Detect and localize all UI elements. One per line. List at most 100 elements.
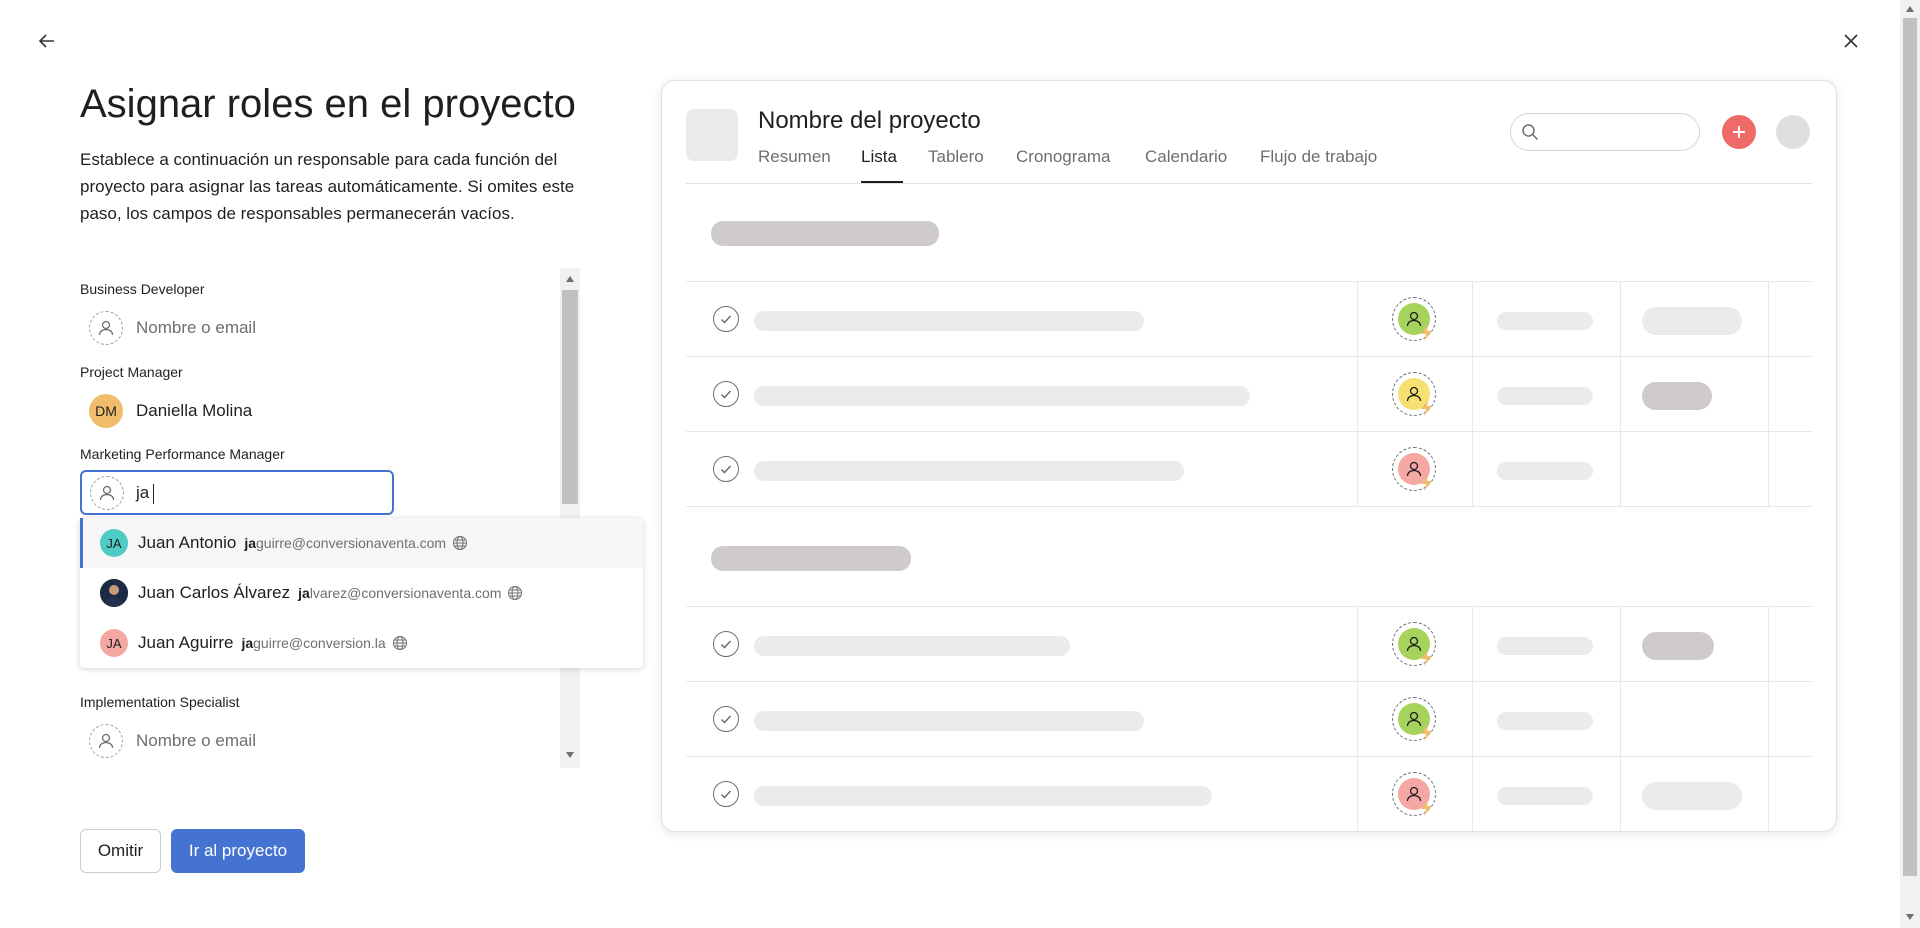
tab-tablero[interactable]: Tablero [928,147,984,167]
assignee-rule-icon [1392,447,1436,491]
row-divider [686,356,1812,357]
scroll-up-icon [1906,6,1914,12]
row-divider [686,756,1812,757]
tab-resumen[interactable]: Resumen [758,147,831,167]
row-divider [686,606,1812,607]
assignee-input-marketing-performance-manager[interactable]: ja [80,470,394,515]
tab-flujo-de-trabajo[interactable]: Flujo de trabajo [1260,147,1377,167]
column-divider [1357,281,1358,507]
suggestion-item[interactable]: Juan Carlos Álvarez jalvarez@conversiona… [80,568,643,618]
close-icon [1844,34,1858,48]
section-header-placeholder [711,546,911,571]
task-name-placeholder [754,786,1212,806]
column-divider [1768,606,1769,831]
user-placeholder-icon [89,724,123,758]
suggestion-email: jaguirre@conversion.la [241,635,386,651]
assignee-field-implementation-specialist[interactable]: Nombre o email [89,724,256,758]
avatar: JA [100,629,128,657]
role-label-marketing-performance-manager: Marketing Performance Manager [80,446,285,462]
task-check-icon [713,781,739,807]
assignee-name: Daniella Molina [136,401,253,420]
column-divider [1357,606,1358,831]
tag-placeholder [1642,782,1742,810]
suggestion-name: Juan Carlos Álvarez [138,583,291,602]
task-check-icon [713,381,739,407]
date-placeholder [1497,787,1593,805]
suggestion-name: Juan Antonio [138,533,237,552]
assignee-rule-icon [1392,697,1436,741]
task-name-placeholder [754,636,1070,656]
page-description: Establece a continuación un responsable … [80,150,575,223]
date-placeholder [1497,462,1593,480]
suggestion-name: Juan Aguirre [138,633,234,652]
task-check-icon [713,631,739,657]
close-button[interactable] [1836,26,1866,56]
assignee-placeholder: Nombre o email [136,318,256,337]
plus-icon [1733,126,1745,138]
selection-indicator [80,518,83,568]
scrollbar-thumb[interactable] [562,290,578,504]
column-divider [1472,281,1473,507]
back-button[interactable] [32,26,62,56]
globe-icon [392,636,407,650]
task-name-placeholder [754,386,1250,406]
assignee-field-business-developer[interactable]: Nombre o email [89,311,256,345]
date-placeholder [1497,637,1593,655]
role-label-implementation-specialist: Implementation Specialist [80,694,240,710]
date-placeholder [1497,712,1593,730]
column-divider [1620,281,1621,507]
assignee-suggestions-dropdown: JA Juan Antonio jaguirre@conversionavent… [80,518,643,668]
user-avatar-placeholder [1776,115,1810,149]
text-caret [153,484,154,504]
column-divider [1768,281,1769,507]
role-label-project-manager: Project Manager [80,364,183,380]
date-placeholder [1497,312,1593,330]
assignee-rule-icon [1392,622,1436,666]
assignee-rule-icon [1392,372,1436,416]
task-name-placeholder [754,711,1144,731]
assignee-placeholder: Nombre o email [136,731,256,750]
skip-button[interactable]: Omitir [80,829,161,873]
task-check-icon [713,706,739,732]
globe-icon [508,586,523,600]
user-placeholder-icon [89,311,123,345]
tab-lista[interactable]: Lista [861,147,897,167]
row-divider [686,681,1812,682]
column-divider [1472,606,1473,831]
add-button[interactable] [1722,115,1756,149]
suggestion-item[interactable]: JA Juan Aguirre jaguirre@conversion.la [80,618,643,668]
row-divider [686,506,1812,507]
task-check-icon [713,456,739,482]
tag-placeholder [1642,632,1714,660]
search-input[interactable] [1510,113,1700,151]
header-divider [686,183,1812,184]
task-check-icon [713,306,739,332]
avatar [100,579,128,607]
person-photo-icon [100,579,128,607]
scroll-down-icon [566,752,574,758]
suggestion-item[interactable]: JA Juan Antonio jaguirre@conversionavent… [80,518,643,568]
section-header-placeholder [711,221,939,246]
page-title: Asignar roles en el proyecto [80,82,576,126]
search-text: ja [136,483,150,502]
avatar: JA [100,529,128,557]
task-name-placeholder [754,461,1184,481]
column-divider [1620,606,1621,831]
scrollbar-thumb[interactable] [1903,18,1917,876]
globe-icon [453,536,468,550]
tab-cronograma[interactable]: Cronograma [1016,147,1111,167]
assignee-field-project-manager[interactable]: DM Daniella Molina [89,394,252,428]
user-placeholder-icon [90,476,124,510]
project-preview: Nombre del proyecto Resumen Lista Tabler… [661,80,1837,832]
go-to-project-button[interactable]: Ir al proyecto [171,829,305,873]
task-name-placeholder [754,311,1144,331]
row-divider [686,431,1812,432]
row-divider [686,281,1812,282]
suggestion-email: jaguirre@conversionaventa.com [244,535,447,551]
tag-placeholder [1642,307,1742,335]
avatar: DM [89,394,123,428]
scroll-up-icon [566,276,574,282]
tab-calendario[interactable]: Calendario [1145,147,1227,167]
window-scrollbar[interactable] [1900,0,1920,928]
arrow-left-icon [38,34,54,48]
